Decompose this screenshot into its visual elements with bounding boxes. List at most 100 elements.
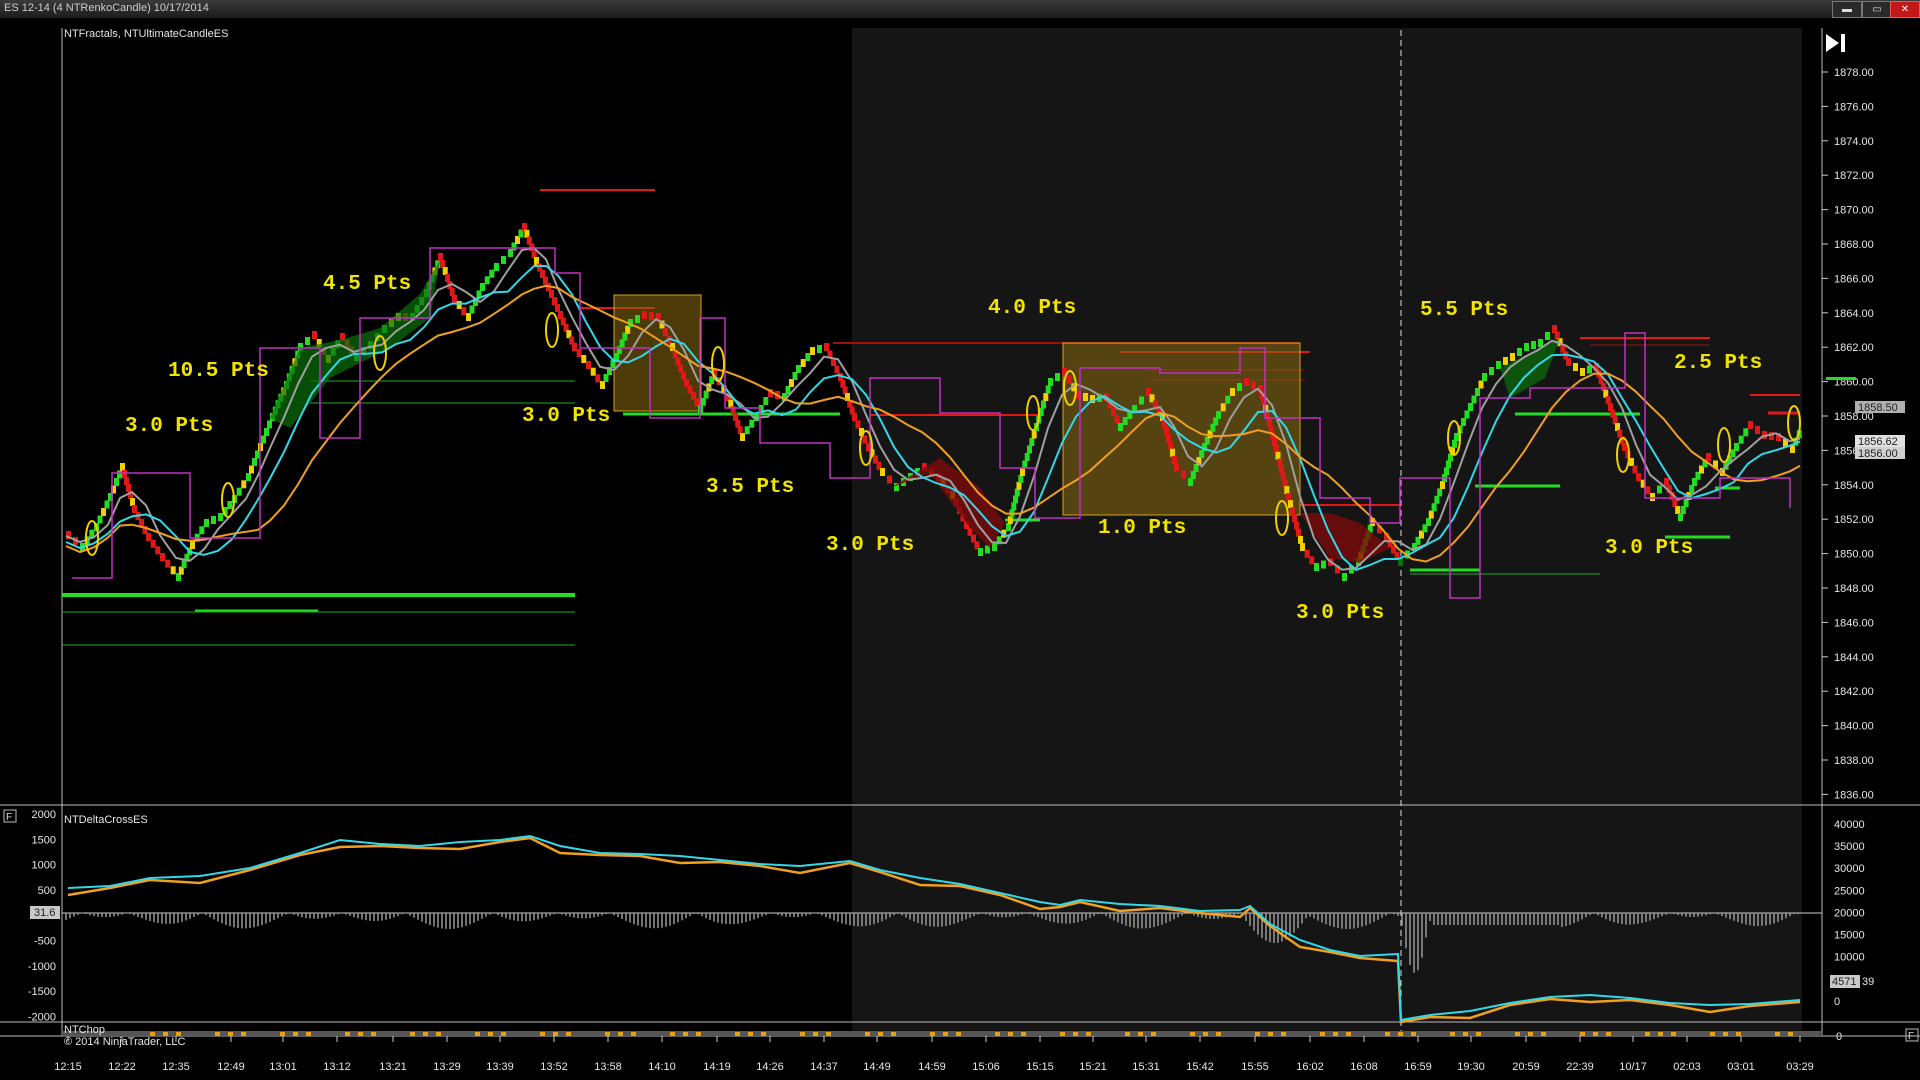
delta-right-tick: 0 [1834, 996, 1840, 1008]
window-title: ES 12-14 (4 NTRenkoCandle) 10/17/2014 [4, 2, 209, 14]
delta-indicator-label: NTDeltaCrossES [64, 814, 148, 826]
delta-left-tick: 500 [38, 885, 56, 897]
minimize-button[interactable]: ▬ [1832, 1, 1862, 18]
time-tick-label: 13:52 [540, 1061, 568, 1073]
time-tick-label: 12:22 [108, 1061, 136, 1073]
time-tick-label: 19:30 [1457, 1061, 1485, 1073]
time-tick-label: 13:01 [269, 1061, 297, 1073]
svg-text:31.6: 31.6 [34, 907, 55, 919]
delta-right-tick: 35000 [1834, 841, 1865, 853]
range-box-1 [613, 294, 702, 412]
time-tick-label: 02:03 [1673, 1061, 1701, 1073]
time-tick-label: 14:26 [756, 1061, 784, 1073]
time-tick-label: 20:59 [1512, 1061, 1540, 1073]
points-label: 3.0 Pts [125, 415, 213, 438]
time-tick-label: 13:39 [486, 1061, 514, 1073]
chop-indicator-label: NTChop [64, 1024, 105, 1036]
title-bar: ES 12-14 (4 NTRenkoCandle) 10/17/2014 ▬ … [0, 0, 1920, 19]
chart-area[interactable]: 1878.00 1876.00 1874.00 1872.00 1870.00 1868.… [0, 18, 1920, 1080]
price-tick-label: 1870.00 [1834, 205, 1874, 217]
price-tick-label: 1842.00 [1834, 686, 1874, 698]
svg-text:4571: 4571 [1832, 976, 1856, 988]
time-tick-label: 13:12 [323, 1061, 351, 1073]
price-tick-label: 1874.00 [1834, 136, 1874, 148]
delta-left-tick: -1000 [28, 961, 56, 973]
price-tick-label: 1864.00 [1834, 308, 1874, 320]
delta-right-tick: 40000 [1834, 819, 1865, 831]
points-label: 2.5 Pts [1674, 352, 1762, 375]
price-tick-label: 1836.00 [1834, 789, 1874, 801]
delta-left-tick: -1500 [28, 986, 56, 998]
time-tick-label: 03:01 [1727, 1061, 1755, 1073]
price-tick-label: 1846.00 [1834, 617, 1874, 629]
time-tick-label: 15:15 [1026, 1061, 1054, 1073]
price-tick-label: 1878.00 [1834, 67, 1874, 79]
delta-left-tick: 1500 [32, 834, 56, 846]
svg-text:39: 39 [1862, 976, 1874, 988]
price-tick-label: 1876.00 [1834, 101, 1874, 113]
svg-text:1856.00: 1856.00 [1858, 448, 1898, 460]
price-tick-label: 1866.00 [1834, 273, 1874, 285]
points-label: 5.5 Pts [1420, 299, 1508, 322]
price-tick-label: 1868.00 [1834, 239, 1874, 251]
price-indicator-label: NTFractals, NTUltimateCandleES [64, 28, 228, 40]
price-tick-label: 1840.00 [1834, 721, 1874, 733]
delta-right-tick: 15000 [1834, 930, 1865, 942]
delta-right-tick: 20000 [1834, 907, 1865, 919]
time-tick-label: 15:55 [1241, 1061, 1269, 1073]
time-tick-label: 15:21 [1079, 1061, 1107, 1073]
time-tick-label: 14:37 [810, 1061, 838, 1073]
time-tick-label: 12:35 [162, 1061, 190, 1073]
close-button[interactable]: ✕ [1890, 1, 1920, 18]
price-tick-label: 1872.00 [1834, 170, 1874, 182]
points-label: 3.0 Pts [1605, 537, 1693, 560]
copyright: © 2014 NinjaTrader, LLC [64, 1036, 185, 1048]
time-tick-label: 13:29 [433, 1061, 461, 1073]
delta-left-tick: 1000 [32, 860, 56, 872]
delta-right-tick: 25000 [1834, 885, 1865, 897]
price-tick-label: 1844.00 [1834, 652, 1874, 664]
time-tick-label: 10/17 [1619, 1061, 1647, 1073]
points-label: 3.0 Pts [826, 534, 914, 557]
svg-text:1856.62: 1856.62 [1858, 436, 1898, 448]
panel-toggle-2: F [1908, 1031, 1914, 1042]
delta-left-tick: -500 [34, 936, 56, 948]
time-tick-label: 16:59 [1404, 1061, 1432, 1073]
time-tick-label: 15:06 [972, 1061, 1000, 1073]
time-tick-label: 16:02 [1296, 1061, 1324, 1073]
time-tick-label: 14:19 [703, 1061, 731, 1073]
delta-left-tick: 2000 [32, 809, 56, 821]
time-tick-label: 14:10 [648, 1061, 676, 1073]
time-tick-label: 15:31 [1132, 1061, 1160, 1073]
points-label: 1.0 Pts [1098, 517, 1186, 540]
panel-toggle-1: F [6, 812, 12, 823]
price-tick-label: 1850.00 [1834, 549, 1874, 561]
time-tick-label: 16:08 [1350, 1061, 1378, 1073]
points-label: 10.5 Pts [168, 360, 269, 383]
time-tick-label: 13:58 [594, 1061, 622, 1073]
maximize-button[interactable]: ▭ [1862, 1, 1892, 18]
time-tick-label: 12:15 [54, 1061, 82, 1073]
price-tick-label: 1862.00 [1834, 342, 1874, 354]
price-tick-label: 1838.00 [1834, 755, 1874, 767]
price-tick-label: 1848.00 [1834, 583, 1874, 595]
time-tick-label: 03:29 [1786, 1061, 1814, 1073]
points-label: 4.5 Pts [323, 273, 411, 296]
delta-left-tick: -2000 [28, 1011, 56, 1023]
delta-right-tick: 30000 [1834, 863, 1865, 875]
svg-text:1858.50: 1858.50 [1858, 402, 1898, 414]
time-tick-label: 15:42 [1186, 1061, 1214, 1073]
points-label: 3.0 Pts [1296, 602, 1384, 625]
time-tick-label: 14:59 [918, 1061, 946, 1073]
time-tick-label: 22:39 [1566, 1061, 1594, 1073]
time-tick-label: 13:21 [379, 1061, 407, 1073]
points-label: 3.0 Pts [522, 405, 610, 428]
points-label: 4.0 Pts [988, 297, 1076, 320]
svg-text:0: 0 [1836, 1031, 1842, 1043]
points-label: 3.5 Pts [706, 476, 794, 499]
price-tick-label: 1852.00 [1834, 514, 1874, 526]
time-tick-label: 14:49 [863, 1061, 891, 1073]
delta-right-tick: 10000 [1834, 952, 1865, 964]
time-tick-label: 12:49 [217, 1061, 245, 1073]
price-tick-label: 1854.00 [1834, 480, 1874, 492]
